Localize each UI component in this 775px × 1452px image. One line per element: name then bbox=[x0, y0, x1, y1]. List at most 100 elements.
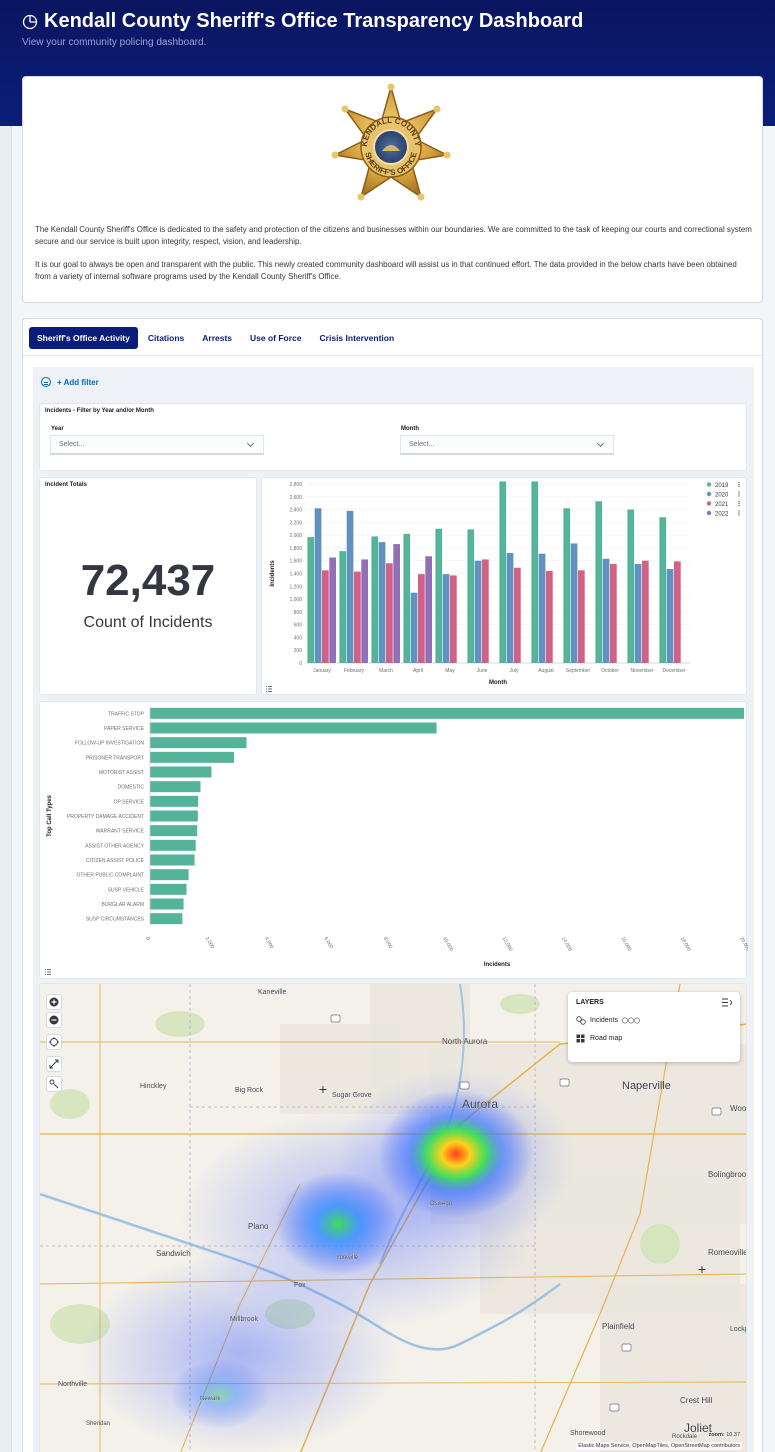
x-tick-label: July bbox=[510, 668, 519, 674]
bar-2019 bbox=[595, 501, 603, 663]
bar-2020 bbox=[410, 592, 418, 663]
bar-2021 bbox=[322, 570, 329, 663]
call-type-bar bbox=[150, 722, 437, 734]
bar-2020 bbox=[602, 558, 610, 663]
add-filter-link[interactable]: + Add filter bbox=[57, 378, 99, 387]
x-tick-label: February bbox=[344, 668, 365, 674]
incident-count-label: Count of Incidents bbox=[83, 614, 213, 631]
bar-2019 bbox=[435, 528, 443, 663]
layer-row-road-map[interactable]: Road map bbox=[576, 1034, 622, 1043]
bar-2020 bbox=[346, 510, 354, 663]
place-label: Sugar Grove bbox=[332, 1092, 372, 1099]
locate-button[interactable] bbox=[46, 1034, 62, 1050]
fullscreen-button[interactable] bbox=[46, 1056, 62, 1072]
legend-toggle-line bbox=[268, 686, 272, 687]
call-type-bar bbox=[150, 766, 212, 778]
year-label: Year bbox=[51, 426, 64, 432]
tab-use-of-force[interactable]: Use of Force bbox=[242, 327, 310, 349]
layer-row-incidents[interactable]: Incidents bbox=[576, 1016, 640, 1025]
y-tick-label: 1,400 bbox=[289, 572, 302, 578]
more-options-icon bbox=[738, 514, 740, 516]
place-label: Millbrook bbox=[230, 1316, 259, 1323]
more-options-icon bbox=[738, 495, 740, 497]
tab-arrests[interactable]: Arrests bbox=[194, 327, 240, 349]
filter-options-icon[interactable] bbox=[41, 377, 51, 387]
bar-2019 bbox=[467, 529, 475, 663]
y-tick-label: 1,200 bbox=[289, 584, 302, 590]
map-attribution: Elastic Maps Service, OpenMapTiles, Open… bbox=[576, 1442, 742, 1450]
minus-circle-icon bbox=[49, 1015, 59, 1025]
more-options-icon bbox=[738, 481, 740, 484]
call-type-label: PAPER SERVICE bbox=[104, 726, 144, 732]
draw-tool-button[interactable] bbox=[46, 1076, 62, 1092]
x-tick-label: 10,000 bbox=[441, 936, 454, 952]
y-tick-label: 2,200 bbox=[289, 520, 302, 526]
y-tick-label: 600 bbox=[294, 623, 303, 629]
tab-crisis-intervention[interactable]: Crisis Intervention bbox=[312, 327, 403, 349]
legend-toggle-dot bbox=[45, 971, 46, 973]
x-tick-label: January bbox=[313, 668, 331, 674]
side-rail bbox=[0, 126, 12, 1452]
place-label: Shorewood bbox=[570, 1430, 606, 1437]
x-tick-label: 0 bbox=[144, 936, 151, 942]
highway-shield bbox=[609, 1403, 620, 1412]
zoom-out-button[interactable] bbox=[46, 1012, 62, 1028]
x-tick-label: 4,000 bbox=[263, 936, 275, 950]
tab-citations[interactable]: Citations bbox=[140, 327, 192, 349]
y-axis-title: Top Call Types bbox=[47, 794, 53, 836]
y-tick-label: 2,000 bbox=[289, 533, 302, 539]
bar-2022 bbox=[329, 557, 336, 663]
crosshair-icon bbox=[49, 1037, 59, 1047]
call-type-bar bbox=[150, 737, 247, 749]
place-label: Oswego bbox=[430, 1201, 453, 1207]
bar-2021 bbox=[610, 563, 617, 663]
call-type-label: ASSIST OTHER AGENCY bbox=[85, 843, 144, 849]
top-call-types-chart: TRAFFIC STOP PAPER SERVICE FOLLOW-UP INVES… bbox=[45, 706, 751, 975]
bar-2021 bbox=[354, 571, 361, 663]
collapse-layers-icon[interactable] bbox=[722, 998, 732, 1007]
bar-2021 bbox=[546, 570, 553, 663]
year-select[interactable]: Select... bbox=[50, 435, 264, 455]
y-tick-label: 400 bbox=[294, 635, 303, 641]
layers-title: LAYERS bbox=[576, 999, 604, 1006]
call-type-bar bbox=[150, 825, 198, 837]
place-label: Yorkville bbox=[336, 1255, 359, 1261]
x-tick-label: October bbox=[601, 668, 619, 674]
bar-2021 bbox=[482, 559, 489, 663]
place-label: Crest Hill bbox=[680, 1396, 713, 1405]
park-area bbox=[50, 1089, 90, 1119]
bar-2021 bbox=[450, 575, 457, 663]
bar-2019 bbox=[531, 481, 539, 663]
call-type-label: SUSP CIRCUMSTANCES bbox=[86, 917, 145, 923]
zoom-in-button[interactable] bbox=[46, 994, 62, 1010]
place-label: Big Rock bbox=[235, 1087, 264, 1094]
legend-swatch bbox=[706, 482, 712, 487]
tab-sheriffs-office-activity[interactable]: Sheriff's Office Activity bbox=[29, 327, 138, 349]
bar-2019 bbox=[659, 517, 667, 663]
heat-cluster-aurora bbox=[378, 1090, 534, 1218]
legend-toggle-dot bbox=[45, 974, 46, 975]
bar-2019 bbox=[371, 536, 379, 663]
highway-shield bbox=[330, 1014, 341, 1023]
filter-bar: + Add filter bbox=[41, 377, 99, 387]
park-area bbox=[500, 994, 540, 1014]
y-tick-label: 1,600 bbox=[289, 559, 302, 565]
incident-totals-panel: Incident Totals 72,437 Count of Incident… bbox=[39, 477, 257, 695]
x-tick-label: 18,000 bbox=[679, 936, 692, 952]
legend-swatch bbox=[706, 501, 712, 506]
more-options-icon bbox=[738, 502, 740, 505]
bar-2022 bbox=[425, 556, 432, 663]
x-axis-title: Incidents bbox=[484, 962, 511, 968]
call-type-bar bbox=[150, 707, 744, 719]
call-type-label: PRISONER TRANSPORT bbox=[86, 755, 144, 761]
month-select[interactable]: Select... bbox=[400, 435, 614, 455]
bar-2019 bbox=[307, 537, 315, 663]
more-options-icon bbox=[738, 500, 740, 503]
y-tick-label: 1,800 bbox=[289, 546, 302, 552]
place-label: Kaneville bbox=[258, 989, 287, 996]
legend-toggle-dot bbox=[266, 686, 267, 687]
zoom-value: 10.37 bbox=[726, 1432, 740, 1438]
x-axis-title: Month bbox=[489, 680, 507, 686]
layer-road-map-label: Road map bbox=[590, 1035, 623, 1042]
urban-area bbox=[600, 1284, 746, 1452]
